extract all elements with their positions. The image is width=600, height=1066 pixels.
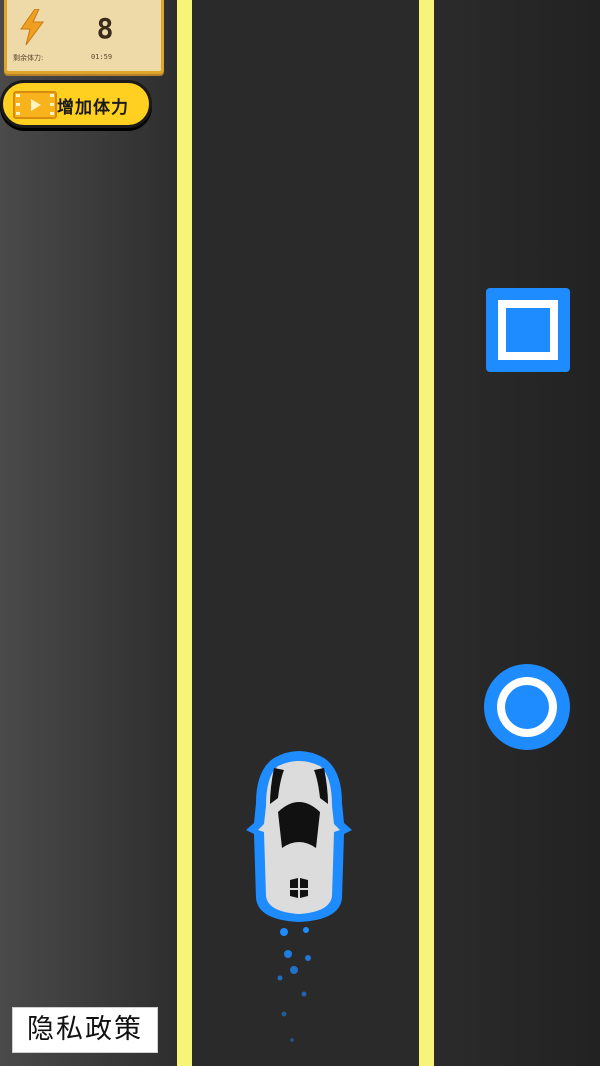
- add-stamina-label: 增加体力: [57, 98, 129, 118]
- lane-line-left: [177, 0, 192, 1066]
- road-left-side: [0, 0, 178, 1066]
- lightning-bolt-icon: [20, 9, 44, 45]
- energy-count: 8: [96, 12, 114, 45]
- energy-timer: 01:59: [91, 53, 113, 61]
- race-car-icon[interactable]: [244, 748, 354, 928]
- road-lane-right: [434, 0, 600, 1066]
- exhaust-trail: [277, 927, 311, 1042]
- energy-panel: 8 剩余体力: 01:59: [4, 0, 164, 74]
- lane-line-right: [419, 0, 434, 1066]
- privacy-policy-label: 隐私政策: [27, 1014, 143, 1045]
- square-obstacle: [486, 288, 570, 372]
- add-stamina-button[interactable]: 增加体力: [0, 80, 152, 128]
- energy-sub-label: 剩余体力:: [13, 54, 44, 62]
- video-play-icon: [13, 91, 57, 119]
- privacy-policy-button[interactable]: 隐私政策: [12, 1007, 158, 1053]
- circle-obstacle: [484, 664, 570, 750]
